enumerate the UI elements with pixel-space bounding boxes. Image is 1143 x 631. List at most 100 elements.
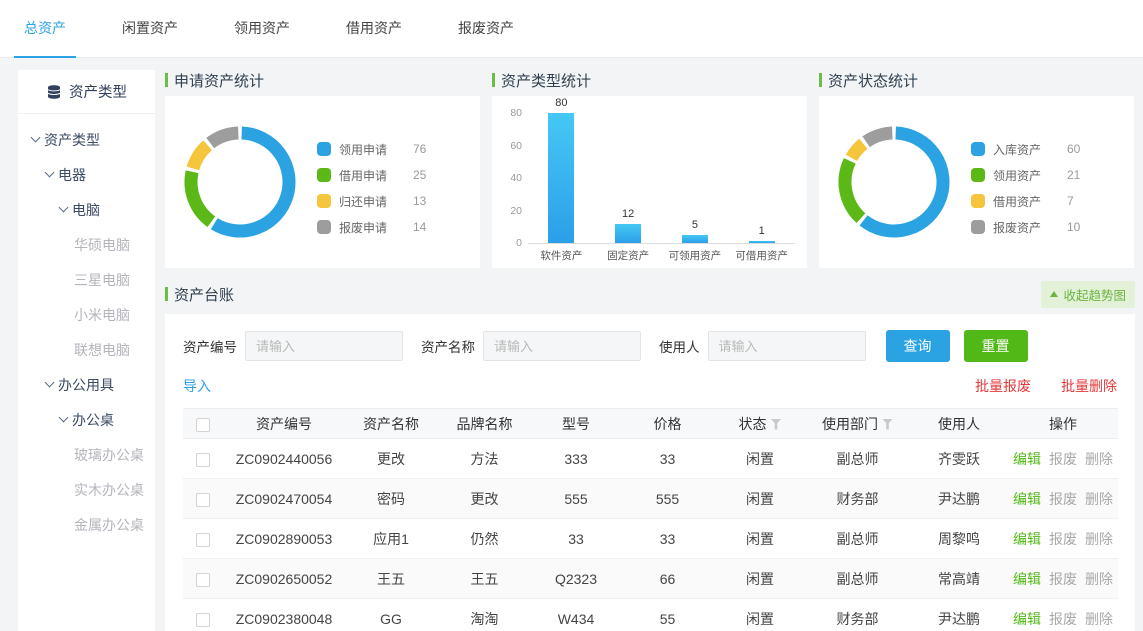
delete-link[interactable]: 删除 [1085, 491, 1113, 507]
sidebar-item-3[interactable]: 华硕电脑 [18, 227, 155, 262]
donut-segment-1 [845, 161, 861, 218]
legend-value: 21 [1067, 168, 1080, 182]
row-checkbox[interactable] [196, 493, 210, 507]
sidebar-item-10[interactable]: 实木办公桌 [18, 472, 155, 507]
chart-title: 资产状态统计 [828, 70, 918, 91]
select-all-checkbox[interactable] [196, 418, 210, 432]
tab-2[interactable]: 领用资产 [224, 0, 300, 58]
column-header-3: 型号 [532, 409, 620, 439]
cell-name: GG [345, 599, 437, 631]
tab-3[interactable]: 借用资产 [336, 0, 412, 58]
search-input-2[interactable] [708, 331, 866, 361]
sidebar-item-6[interactable]: 联想电脑 [18, 332, 155, 367]
donut-segment-2 [851, 144, 863, 158]
legend-color-chip [971, 142, 985, 156]
delete-link[interactable]: 删除 [1085, 451, 1113, 467]
chart-legend: 入库资产60领用资产21借用资产7报废资产10 [971, 136, 1080, 240]
edit-link[interactable]: 编辑 [1013, 611, 1041, 627]
sidebar-item-8[interactable]: 办公桌 [18, 402, 155, 437]
legend-item-1[interactable]: 借用申请25 [317, 162, 426, 188]
section-accent [165, 287, 168, 301]
batch-delete-link[interactable]: 批量删除 [1061, 376, 1117, 396]
tree-item-label: 金属办公桌 [74, 515, 144, 535]
legend-item-2[interactable]: 归还申请13 [317, 188, 426, 214]
legend-item-0[interactable]: 入库资产60 [971, 136, 1080, 162]
collapse-trend-button[interactable]: 收起趋势图 [1041, 281, 1135, 308]
table-row-3: ZC0902650052王五王五Q232366闲置副总师常高靖编辑报废删除 [183, 559, 1118, 599]
cell-name: 应用1 [345, 519, 437, 559]
legend-color-chip [317, 220, 331, 234]
tree-item-label: 办公用具 [58, 375, 114, 395]
sidebar-item-9[interactable]: 玻璃办公桌 [18, 437, 155, 472]
row-select-cell [183, 599, 223, 631]
asset-table: 资产编号资产名称品牌名称型号价格状态使用部门使用人操作 ZC0902440056… [183, 408, 1118, 631]
bar [682, 235, 708, 243]
cell-model: 33 [532, 519, 620, 559]
legend-color-chip [971, 168, 985, 182]
links-row: 导入 批量报废 批量删除 [183, 376, 1117, 396]
row-checkbox[interactable] [196, 613, 210, 627]
x-axis-label: 固定资产 [595, 248, 662, 263]
sidebar-item-2[interactable]: 电脑 [18, 192, 155, 227]
sidebar-item-0[interactable]: 资产类型 [18, 122, 155, 157]
legend-item-3[interactable]: 报废申请14 [317, 214, 426, 240]
search-input-1[interactable] [483, 331, 641, 361]
filter-icon[interactable] [771, 419, 782, 430]
row-checkbox[interactable] [196, 573, 210, 587]
cell-user: 齐雯跃 [910, 439, 1008, 479]
batch-scrap-link[interactable]: 批量报废 [975, 376, 1031, 396]
donut-segment-3 [866, 133, 892, 142]
y-axis-tick: 0 [516, 237, 522, 249]
sidebar-item-4[interactable]: 三星电脑 [18, 262, 155, 297]
row-checkbox[interactable] [196, 453, 210, 467]
y-axis-tick: 40 [510, 172, 522, 184]
cell-model: W434 [532, 599, 620, 631]
scrap-link[interactable]: 报废 [1049, 571, 1077, 587]
x-axis-label: 可借用资产 [728, 248, 795, 263]
cell-model: Q2323 [532, 559, 620, 599]
cell-code: ZC0902470054 [223, 479, 345, 519]
reset-button[interactable]: 重置 [964, 330, 1028, 362]
row-checkbox[interactable] [196, 533, 210, 547]
tab-0[interactable]: 总资产 [14, 0, 76, 58]
tab-4[interactable]: 报废资产 [448, 0, 524, 58]
section-accent [492, 73, 495, 87]
sidebar-item-7[interactable]: 办公用具 [18, 367, 155, 402]
column-header-0: 资产编号 [223, 409, 345, 439]
import-link[interactable]: 导入 [183, 376, 211, 396]
legend-item-3[interactable]: 报废资产10 [971, 214, 1080, 240]
chart-section-2: 资产状态统计入库资产60领用资产21借用资产7报废资产10 [819, 70, 1134, 268]
delete-link[interactable]: 删除 [1085, 571, 1113, 587]
search-input-0[interactable] [245, 331, 403, 361]
scrap-link[interactable]: 报废 [1049, 531, 1077, 547]
tab-1[interactable]: 闲置资产 [112, 0, 188, 58]
edit-link[interactable]: 编辑 [1013, 491, 1041, 507]
cell-brand: 方法 [437, 439, 532, 479]
scrap-link[interactable]: 报废 [1049, 611, 1077, 627]
query-button[interactable]: 查询 [886, 330, 950, 362]
asset-table-header: 资产编号资产名称品牌名称型号价格状态使用部门使用人操作 [183, 409, 1118, 439]
scrap-link[interactable]: 报废 [1049, 451, 1077, 467]
edit-link[interactable]: 编辑 [1013, 571, 1041, 587]
edit-link[interactable]: 编辑 [1013, 531, 1041, 547]
sidebar-title: 资产类型 [69, 81, 127, 102]
donut-segment-2 [193, 145, 208, 168]
cell-code: ZC0902380048 [223, 599, 345, 631]
tab-bar: 总资产闲置资产领用资产借用资产报废资产 [0, 0, 1143, 58]
legend-item-2[interactable]: 借用资产7 [971, 188, 1080, 214]
column-header-1: 资产名称 [345, 409, 437, 439]
sidebar-item-11[interactable]: 金属办公桌 [18, 507, 155, 542]
delete-link[interactable]: 删除 [1085, 531, 1113, 547]
sidebar-item-5[interactable]: 小米电脑 [18, 297, 155, 332]
filter-icon[interactable] [882, 419, 893, 430]
cell-code: ZC0902440056 [223, 439, 345, 479]
scrap-link[interactable]: 报废 [1049, 491, 1077, 507]
row-select-cell [183, 439, 223, 479]
legend-item-1[interactable]: 领用资产21 [971, 162, 1080, 188]
chevron-down-icon [59, 203, 69, 213]
edit-link[interactable]: 编辑 [1013, 451, 1041, 467]
table-row-1: ZC0902470054密码更改555555闲置财务部尹达鹏编辑报废删除 [183, 479, 1118, 519]
sidebar-item-1[interactable]: 电器 [18, 157, 155, 192]
legend-item-0[interactable]: 领用申请76 [317, 136, 426, 162]
delete-link[interactable]: 删除 [1085, 611, 1113, 627]
